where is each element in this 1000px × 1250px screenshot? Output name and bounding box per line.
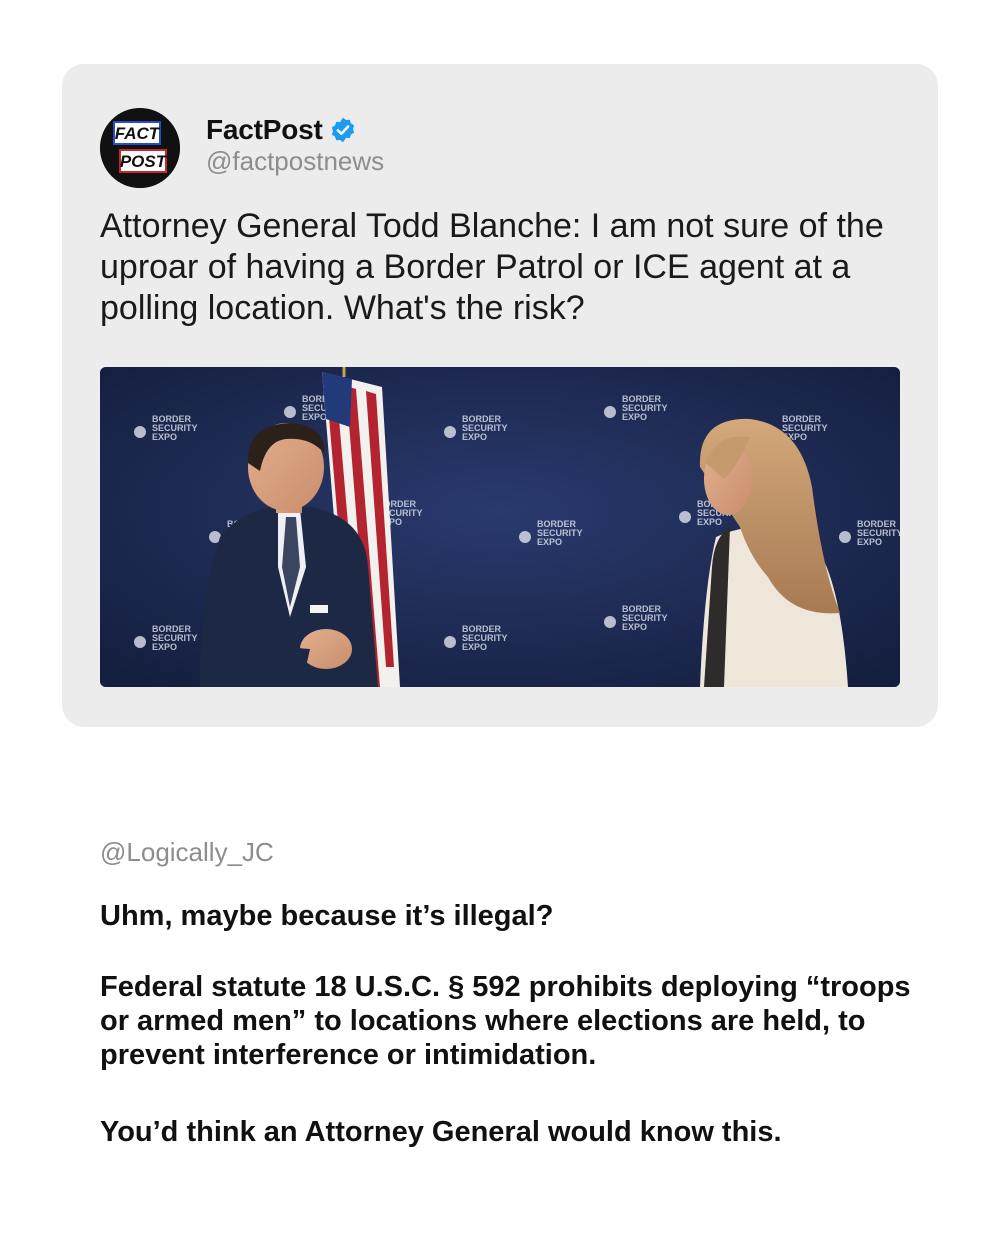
verified-badge-icon [329, 116, 357, 144]
svg-text:POST: POST [120, 152, 168, 171]
reply-handle[interactable]: @Logically_JC [100, 837, 274, 868]
reply-paragraph-2: Federal statute 18 U.S.C. § 592 prohibit… [100, 971, 911, 1071]
backdrop-logo-text: EXPO [152, 642, 177, 652]
backdrop-logo-text: EXPO [622, 622, 647, 632]
backdrop-logo-text: EXPO [152, 432, 177, 442]
backdrop-logo-text: EXPO [857, 537, 882, 547]
backdrop-logo-text: EXPO [462, 432, 487, 442]
author-name[interactable]: FactPost [206, 114, 357, 146]
backdrop-logo-text: EXPO [622, 412, 647, 422]
author-handle[interactable]: @factpostnews [206, 146, 384, 177]
backdrop-logo-text: EXPO [302, 412, 327, 422]
author-name-label[interactable]: FactPost [206, 114, 323, 146]
backdrop-logo-text: EXPO [537, 537, 562, 547]
post-image: FACT POST FactPost @factpostnews Attorne… [0, 0, 1000, 1250]
reply-paragraph-1: Uhm, maybe because it’s illegal? [100, 900, 554, 932]
factpost-avatar[interactable]: FACT POST [100, 108, 180, 188]
reply-paragraph-3: You’d think an Attorney General would kn… [100, 1116, 782, 1148]
backdrop-logo-text: EXPO [697, 517, 722, 527]
backdrop-logo-text: EXPO [462, 642, 487, 652]
svg-text:FACT: FACT [115, 124, 161, 143]
tweet-text: Attorney General Todd Blanche: I am not … [100, 207, 884, 327]
video-thumbnail[interactable]: BORDER SECURITY EXPO BORDER SECURITY EXPO BORD… [100, 367, 900, 687]
